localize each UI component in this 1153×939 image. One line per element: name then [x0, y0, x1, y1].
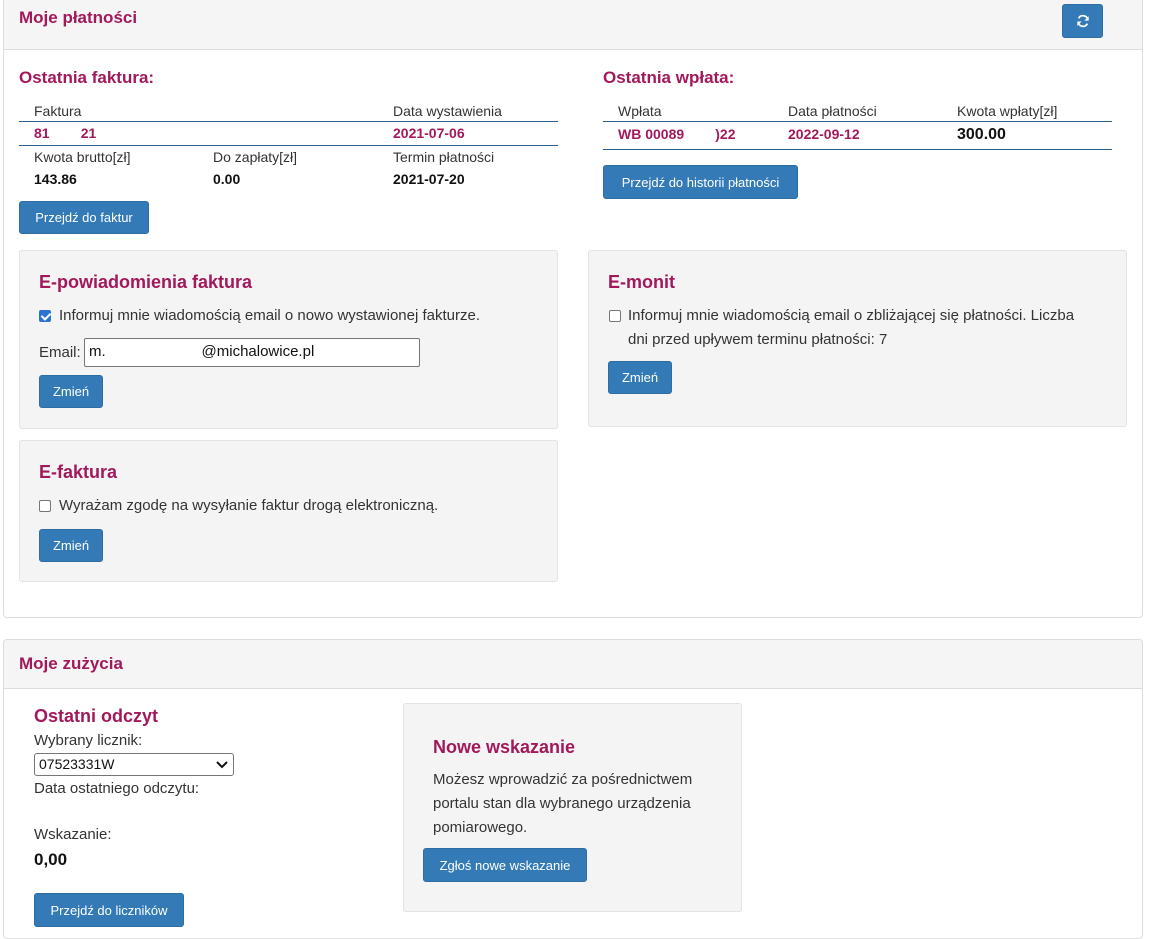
- report-new-reading-button[interactable]: Zgłoś nowe wskazanie: [423, 848, 587, 882]
- col-gross-label: Kwota brutto[zł]: [34, 149, 131, 165]
- new-reading-heading: Nowe wskazanie: [433, 737, 576, 757]
- e-reminder-checkbox[interactable]: [609, 310, 621, 322]
- e-notify-checkbox[interactable]: [39, 310, 51, 322]
- e-invoice-heading: E-faktura: [39, 462, 118, 482]
- last-reading-heading: Ostatni odczyt: [34, 706, 159, 726]
- email-input[interactable]: m. @michalowice.pl: [84, 338, 420, 367]
- meter-select-value: 07523331W: [39, 756, 115, 772]
- e-invoice-change-button[interactable]: Zmień: [39, 529, 103, 562]
- payment-amount-value: 300.00: [957, 126, 1006, 143]
- indication-label: Wskazanie:: [34, 826, 112, 843]
- payments-title: Moje płatności: [19, 8, 138, 27]
- invoice-divider-1: [19, 121, 558, 122]
- payment-number-link[interactable]: WB 00089 )22: [618, 126, 736, 142]
- meter-label: Wybrany licznik:: [34, 732, 143, 749]
- usage-panel-header: [4, 640, 1142, 689]
- go-to-payment-history-button[interactable]: Przejdź do historii płatności: [603, 165, 798, 199]
- go-to-meters-button[interactable]: Przejdź do liczników: [34, 893, 184, 927]
- e-notify-checkbox-label: Informuj mnie wiadomością email o nowo w…: [59, 307, 481, 324]
- new-reading-text-line1: Możesz wprowadzić za pośrednictwem: [433, 771, 693, 788]
- chevron-down-icon: [216, 761, 228, 769]
- e-notify-heading: E-powiadomienia faktura: [39, 272, 253, 292]
- col-payment-label: Wpłata: [618, 103, 662, 119]
- payment-date-value: 2022-09-12: [788, 126, 860, 142]
- payment-divider-1: [603, 121, 1112, 122]
- e-reminder-heading: E-monit: [608, 272, 675, 292]
- invoice-gross-value: 143.86: [34, 171, 77, 187]
- refresh-icon: [1076, 14, 1089, 28]
- new-reading-text-line2: portalu stan dla wybranego urządzenia: [433, 795, 691, 812]
- e-invoice-checkbox[interactable]: [39, 500, 51, 512]
- go-to-invoices-button[interactable]: Przejdź do faktur: [19, 201, 149, 234]
- col-to-pay-label: Do zapłaty[zł]: [213, 149, 298, 165]
- invoice-number-link[interactable]: 81 21: [34, 125, 96, 141]
- col-invoice-label: Faktura: [34, 103, 82, 119]
- new-reading-text-line3: pomiarowego.: [433, 819, 528, 836]
- col-amount-label: Kwota wpłaty[zł]: [957, 103, 1058, 119]
- invoice-issue-date: 2021-07-06: [393, 125, 465, 141]
- e-reminder-label-line1: Informuj mnie wiadomością email o zbliża…: [628, 307, 1075, 324]
- payment-divider-2: [603, 149, 1112, 150]
- col-due-date-label: Termin płatności: [393, 149, 495, 165]
- usage-title: Moje zużycia: [19, 654, 123, 673]
- last-invoice-heading: Ostatnia faktura:: [19, 68, 155, 87]
- e-reminder-change-button[interactable]: Zmień: [608, 361, 672, 394]
- indication-value: 0,00: [34, 850, 68, 869]
- refresh-button[interactable]: [1062, 4, 1103, 38]
- payments-panel-header: [4, 0, 1142, 50]
- col-issue-date-label: Data wystawienia: [393, 103, 502, 119]
- invoice-due-date-value: 2021-07-20: [393, 171, 465, 187]
- email-label: Email:: [39, 344, 81, 361]
- invoice-to-pay-value: 0.00: [213, 171, 241, 187]
- e-reminder-label-line2: dni przed upływem terminu płatności: 7: [628, 331, 888, 348]
- invoice-divider-2: [19, 145, 558, 146]
- meter-select[interactable]: 07523331W: [34, 753, 234, 776]
- e-notify-change-button[interactable]: Zmień: [39, 375, 103, 408]
- e-invoice-checkbox-label: Wyrażam zgodę na wysyłanie faktur drogą …: [59, 497, 439, 514]
- col-payment-date-label: Data płatności: [788, 103, 877, 119]
- last-payment-heading: Ostatnia wpłata:: [603, 68, 735, 87]
- last-reading-date-label: Data ostatniego odczytu:: [34, 780, 200, 797]
